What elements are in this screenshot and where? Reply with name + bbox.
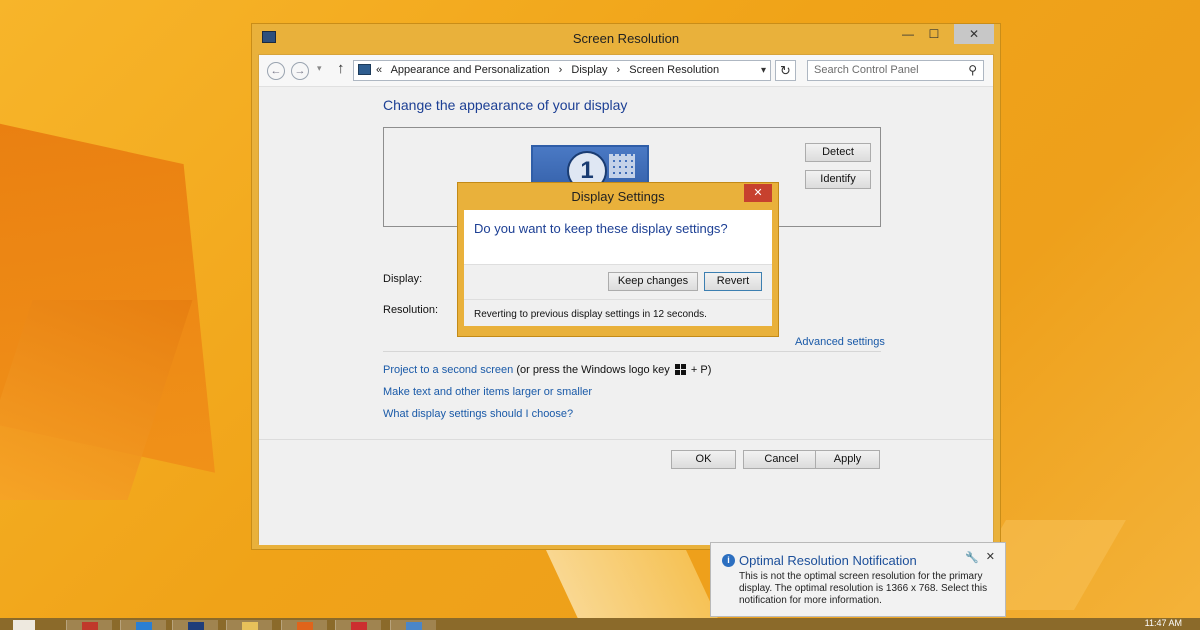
windows-logo-icon — [674, 364, 686, 375]
taskbar-clock[interactable]: 11:47 AM — [1145, 618, 1182, 628]
project-second-screen-row: Project to a second screen (or press the… — [383, 364, 711, 376]
address-bar[interactable]: « Appearance and Personalization › Displ… — [353, 60, 771, 81]
taskbar-app-chrome[interactable] — [335, 620, 381, 630]
close-button[interactable]: ✕ — [954, 24, 994, 44]
project-hint-text: + P) — [690, 364, 712, 376]
forward-button[interactable]: → — [291, 62, 309, 80]
identify-button[interactable]: Identify — [805, 170, 871, 189]
taskbar-app-ie[interactable] — [120, 620, 166, 630]
refresh-button[interactable]: ↻ — [775, 60, 796, 81]
breadcrumb-overflow[interactable]: « — [376, 64, 382, 76]
breadcrumb-item[interactable]: Display — [571, 64, 607, 76]
back-button[interactable]: ← — [267, 62, 285, 80]
dialog-button-row: Keep changes Revert — [464, 264, 772, 299]
revert-countdown-text: Reverting to previous display settings i… — [464, 299, 772, 326]
detect-button[interactable]: Detect — [805, 143, 871, 162]
wrench-icon[interactable]: 🔧 — [965, 551, 979, 564]
text-size-link[interactable]: Make text and other items larger or smal… — [383, 386, 592, 398]
ok-button[interactable]: OK — [671, 450, 736, 469]
dialog-body: Do you want to keep these display settin… — [464, 210, 772, 264]
divider — [383, 351, 881, 352]
file-explorer-icon — [242, 622, 258, 630]
taskbar-app-powershell[interactable] — [172, 620, 218, 630]
dialog-question: Do you want to keep these display settin… — [474, 221, 728, 236]
resolution-label: Resolution: — [383, 304, 439, 316]
breadcrumb: « Appearance and Personalization › Displ… — [376, 61, 725, 80]
breadcrumb-item[interactable]: Appearance and Personalization — [391, 64, 550, 76]
advanced-settings-link[interactable]: Advanced settings — [795, 336, 885, 348]
info-icon: i — [722, 554, 735, 567]
up-button[interactable]: ↑ — [337, 60, 345, 77]
metro-app-icon — [82, 622, 98, 630]
maximize-button[interactable]: ☐ — [920, 24, 948, 44]
search-placeholder: Search Control Panel — [814, 64, 919, 76]
firefox-icon — [297, 622, 313, 630]
dialog-close-button[interactable]: ✕ — [744, 184, 772, 202]
monitor-grid-icon — [609, 154, 635, 178]
navigation-bar: ← → ▾ ↑ « Appearance and Personalization… — [259, 55, 993, 87]
breadcrumb-separator[interactable]: › — [617, 64, 621, 76]
apply-button[interactable]: Apply — [815, 450, 880, 469]
wallpaper-shape — [541, 540, 719, 620]
recent-locations-dropdown[interactable]: ▾ — [317, 63, 322, 74]
internet-explorer-icon — [136, 622, 152, 630]
window-titlebar[interactable]: Screen Resolution — ☐ ✕ — [258, 24, 994, 54]
control-panel-icon — [406, 622, 422, 630]
keep-changes-button[interactable]: Keep changes — [608, 272, 698, 291]
taskbar-app-metro[interactable] — [66, 620, 112, 630]
revert-button[interactable]: Revert — [704, 272, 762, 291]
notification-title: Optimal Resolution Notification — [739, 553, 917, 568]
taskbar-app-explorer[interactable] — [226, 620, 272, 630]
project-hint-text: (or press the Windows logo key — [516, 364, 670, 376]
search-icon[interactable]: ⚲ — [968, 63, 977, 77]
control-panel-icon — [358, 64, 371, 75]
start-button[interactable] — [13, 620, 35, 630]
chrome-icon — [351, 622, 367, 630]
notification-body: This is not the optimal screen resolutio… — [739, 571, 988, 606]
project-second-screen-link[interactable]: Project to a second screen — [383, 364, 513, 376]
help-display-settings-link[interactable]: What display settings should I choose? — [383, 408, 573, 420]
minimize-button[interactable]: — — [894, 24, 922, 44]
taskbar-app-firefox[interactable] — [281, 620, 327, 630]
address-dropdown-icon[interactable]: ▾ — [761, 61, 766, 80]
display-settings-dialog: Display Settings ✕ Do you want to keep t… — [457, 182, 779, 337]
notification-close-button[interactable]: ✕ — [986, 550, 995, 563]
dialog-title: Display Settings — [571, 189, 665, 204]
window-title: Screen Resolution — [572, 31, 680, 46]
optimal-resolution-notification[interactable]: i Optimal Resolution Notification 🔧 ✕ Th… — [710, 542, 1006, 617]
breadcrumb-separator[interactable]: › — [559, 64, 563, 76]
dialog-footer: OK Cancel Apply — [259, 439, 993, 545]
breadcrumb-item[interactable]: Screen Resolution — [629, 64, 719, 76]
taskbar-app-control-panel[interactable] — [390, 620, 436, 630]
page-title: Change the appearance of your display — [383, 97, 628, 113]
display-label: Display: — [383, 273, 423, 285]
cancel-button[interactable]: Cancel — [743, 450, 820, 469]
search-input[interactable]: Search Control Panel ⚲ — [807, 60, 984, 81]
taskbar: 11:47 AM — [0, 618, 1200, 630]
powershell-icon — [188, 622, 204, 630]
